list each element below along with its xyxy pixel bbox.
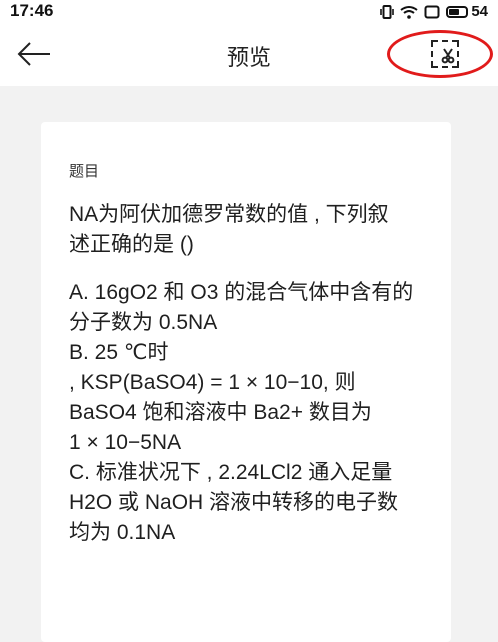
- option-line: , KSP(BaSO4) = 1 × 10−10, 则: [69, 371, 356, 394]
- status-icons: 54: [380, 3, 488, 20]
- status-bar: 17:46 54: [0, 0, 498, 22]
- battery-icon: [446, 5, 469, 18]
- crop-button[interactable]: [420, 34, 470, 74]
- option-line: H2O 或 NaOH 溶液中转移的电子数: [69, 491, 399, 514]
- top-app-bar: 预览: [0, 22, 498, 86]
- question-stem-line: 述正确的是 (): [69, 233, 194, 256]
- question-body: NA为阿伏加德罗常数的值 , 下列叙 述正确的是 () A. 16gO2 和 O…: [69, 200, 439, 548]
- crop-scissors-icon: [431, 40, 459, 68]
- battery: 54: [446, 3, 488, 20]
- question-heading: 题目: [69, 163, 100, 180]
- wifi-icon: [400, 5, 418, 19]
- option-line: B. 25 ℃时: [69, 341, 169, 364]
- option-line: C. 标准状况下 , 2.24LCl2 通入足量: [69, 461, 393, 484]
- vibrate-icon: [380, 4, 395, 19]
- option-line: BaSO4 饱和溶液中 Ba2+ 数目为: [69, 401, 372, 424]
- option-line: 均为 0.1NA: [69, 521, 176, 544]
- battery-level: 54: [471, 3, 488, 20]
- option-line: 分子数为 0.5NA: [69, 311, 218, 334]
- question-card: 题目 NA为阿伏加德罗常数的值 , 下列叙 述正确的是 () A. 16gO2 …: [41, 122, 451, 642]
- status-time: 17:46: [10, 1, 54, 20]
- question-stem-line: NA为阿伏加德罗常数的值 , 下列叙: [69, 203, 389, 226]
- option-line: 1 × 10−5NA: [69, 431, 182, 454]
- screen-icon: [424, 5, 440, 18]
- option-line: A. 16gO2 和 O3 的混合气体中含有的: [69, 281, 414, 304]
